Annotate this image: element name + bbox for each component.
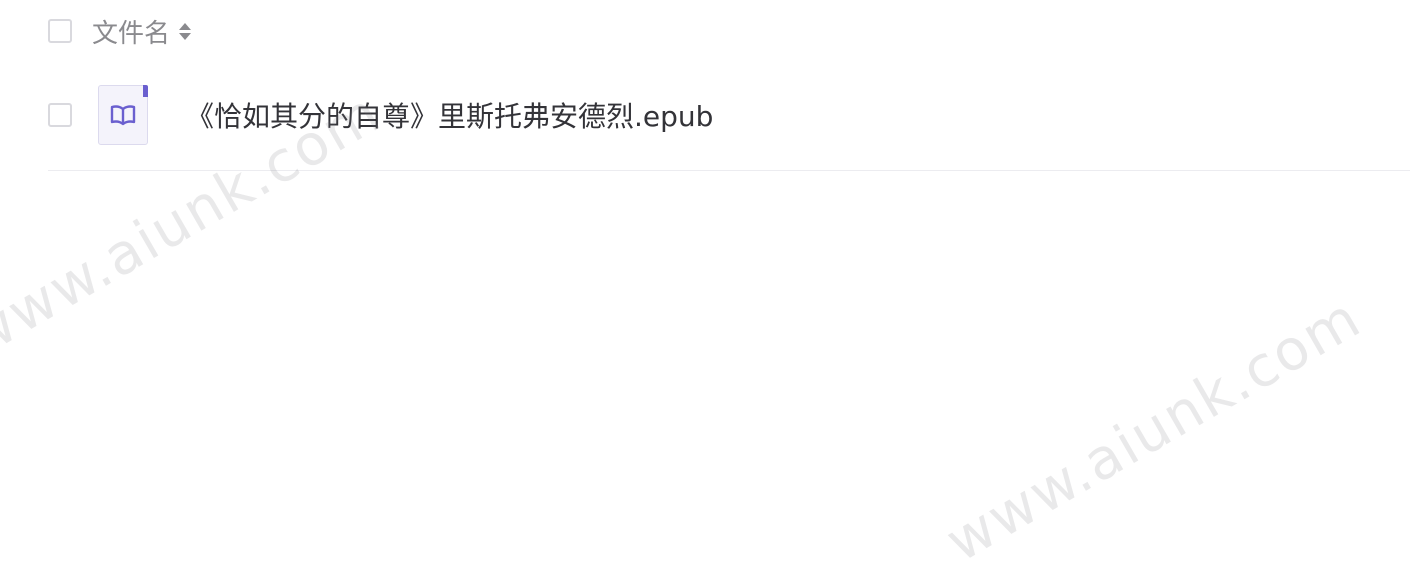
sort-descending-icon [179,32,192,40]
watermark: www.aiunk.com [935,285,1373,575]
file-browser-page: 文件名 《恰如其分的自尊》里斯托弗安德烈.epub www.aiunk.com … [0,0,1410,588]
epub-file-icon [98,84,148,145]
filename-column-label: 文件名 [92,18,171,49]
select-all-checkbox[interactable] [48,19,72,43]
sort-icon[interactable] [179,22,192,40]
book-icon [110,104,136,125]
file-list-header: 文件名 [48,0,1410,62]
filename-column-header[interactable]: 文件名 [92,13,192,50]
file-corner-accent [143,84,148,97]
file-list: 文件名 《恰如其分的自尊》里斯托弗安德烈.epub [48,0,1410,171]
sort-ascending-icon [179,22,192,30]
file-row[interactable]: 《恰如其分的自尊》里斯托弗安德烈.epub [48,59,1410,171]
file-select-checkbox[interactable] [48,102,72,127]
file-name-link[interactable]: 《恰如其分的自尊》里斯托弗安德烈.epub [186,95,713,135]
